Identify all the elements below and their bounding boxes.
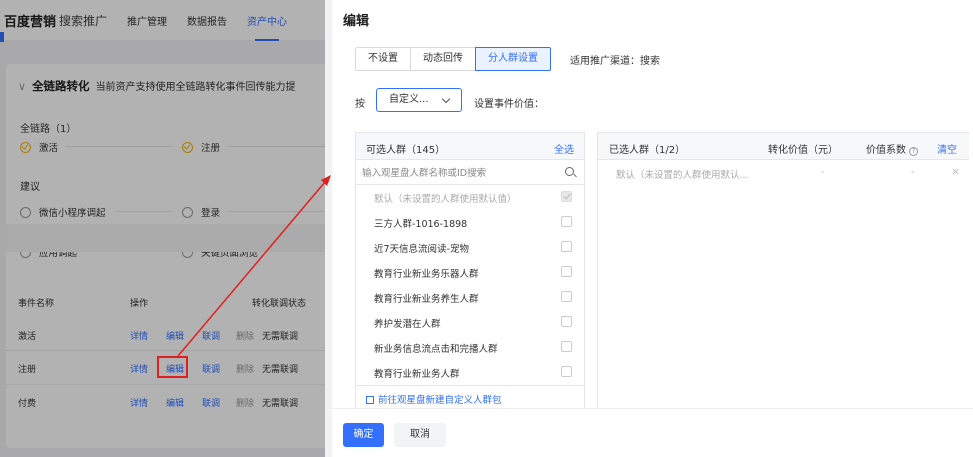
checkbox bbox=[561, 191, 572, 202]
list-item[interactable]: 养护发潜在人群 bbox=[356, 310, 584, 334]
panel-header: 可选人群（145） 全选 bbox=[356, 133, 584, 160]
available-title: 可选人群（145） bbox=[366, 145, 446, 156]
list-item[interactable]: 新业务信息流点击和完播人群 bbox=[356, 335, 584, 359]
external-link-icon bbox=[366, 396, 374, 404]
col-conversion-value: 转化价值（元） bbox=[768, 145, 838, 156]
select-value: 自定义... bbox=[389, 94, 429, 105]
checkbox[interactable] bbox=[561, 241, 572, 252]
checkbox[interactable] bbox=[561, 266, 572, 277]
confirm-button[interactable]: 确定 bbox=[343, 423, 384, 447]
selected-coef: - bbox=[911, 167, 915, 178]
audience-name: 教育行业新业务人群 bbox=[374, 369, 460, 380]
audience-name: 教育行业新业务养生人群 bbox=[374, 294, 479, 305]
background-page: 百度营销 搜索推广 推广管理 数据报告 资产中心 ∨ 全链路转化 当前资产支持使用全… bbox=[0, 0, 332, 457]
audience-name: 三方人群-1016-1898 bbox=[374, 219, 468, 230]
new-audience-link[interactable]: 前往观星盘新建自定义人群包 bbox=[366, 392, 502, 406]
audience-name: 教育行业新业务乐器人群 bbox=[374, 269, 479, 280]
checkbox[interactable] bbox=[561, 216, 572, 227]
checkbox[interactable] bbox=[561, 366, 572, 377]
audience-name: 近7天信息流阅读-宠物 bbox=[374, 244, 469, 255]
list-item[interactable]: 教育行业新业务养生人群 bbox=[356, 285, 584, 309]
list-item[interactable]: 教育行业新业务人群 bbox=[356, 360, 584, 384]
available-audience-panel: 可选人群（145） 全选 默认（未设置的人群使用默认值） 三方人群-1016-18… bbox=[355, 132, 585, 408]
clear-link[interactable]: 清空 bbox=[937, 141, 957, 156]
set-value-label: 设置事件价值： bbox=[474, 99, 544, 110]
help-icon[interactable]: ? bbox=[909, 147, 918, 156]
seg-by-audience[interactable]: 分人群设置 bbox=[475, 47, 551, 71]
modal-mask[interactable] bbox=[0, 0, 332, 457]
mode-segmented-control: 不设置 动态回传 分人群设置 bbox=[355, 47, 551, 71]
edit-drawer: 编辑 不设置 动态回传 分人群设置 适用推广渠道：搜索 按 自定义... 设置事… bbox=[332, 0, 973, 457]
checkbox[interactable] bbox=[561, 316, 572, 327]
audience-name: 养护发潜在人群 bbox=[374, 319, 441, 330]
audience-name: 新业务信息流点击和完播人群 bbox=[374, 344, 498, 355]
channel-text: 适用推广渠道：搜索 bbox=[570, 56, 660, 67]
drawer-edge bbox=[325, 0, 332, 457]
audience-name: 默认（未设置的人群使用默认值） bbox=[374, 194, 517, 205]
new-audience-row: 前往观星盘新建自定义人群包 bbox=[356, 385, 584, 409]
seg-dynamic-return[interactable]: 动态回传 bbox=[410, 47, 476, 71]
checkbox[interactable] bbox=[561, 291, 572, 302]
list-item[interactable]: 默认（未设置的人群使用默认值） bbox=[356, 185, 584, 209]
col-value-coef: 价值系数? bbox=[866, 141, 918, 156]
select-all-link[interactable]: 全选 bbox=[554, 141, 574, 156]
by-label: 按 bbox=[355, 99, 365, 110]
custom-select[interactable]: 自定义... bbox=[376, 88, 462, 112]
cancel-button[interactable]: 取消 bbox=[394, 423, 446, 447]
selected-title: 已选人群（1/2） bbox=[609, 145, 686, 156]
chevron-down-icon bbox=[441, 94, 451, 104]
selected-row: 默认（未设置的人群使用默认... - - × bbox=[598, 161, 969, 185]
search-icon[interactable] bbox=[565, 167, 574, 176]
checkbox[interactable] bbox=[561, 341, 572, 352]
list-item[interactable]: 近7天信息流阅读-宠物 bbox=[356, 235, 584, 259]
selected-name: 默认（未设置的人群使用默认... bbox=[616, 170, 749, 181]
highlight-box bbox=[157, 356, 188, 378]
divider bbox=[332, 408, 973, 409]
selected-audience-panel: 已选人群（1/2） 转化价值（元） 价值系数? 清空 默认（未设置的人群使用默认… bbox=[597, 132, 969, 408]
drawer-title: 编辑 bbox=[343, 14, 370, 29]
seg-not-set[interactable]: 不设置 bbox=[355, 47, 411, 71]
list-item[interactable]: 三方人群-1016-1898 bbox=[356, 210, 584, 234]
search-bar bbox=[356, 161, 584, 185]
search-input[interactable] bbox=[362, 164, 558, 182]
remove-icon[interactable]: × bbox=[951, 165, 960, 178]
list-item[interactable]: 教育行业新业务乐器人群 bbox=[356, 260, 584, 284]
selected-value: - bbox=[821, 167, 825, 178]
panel-header: 已选人群（1/2） 转化价值（元） 价值系数? 清空 bbox=[598, 133, 969, 160]
